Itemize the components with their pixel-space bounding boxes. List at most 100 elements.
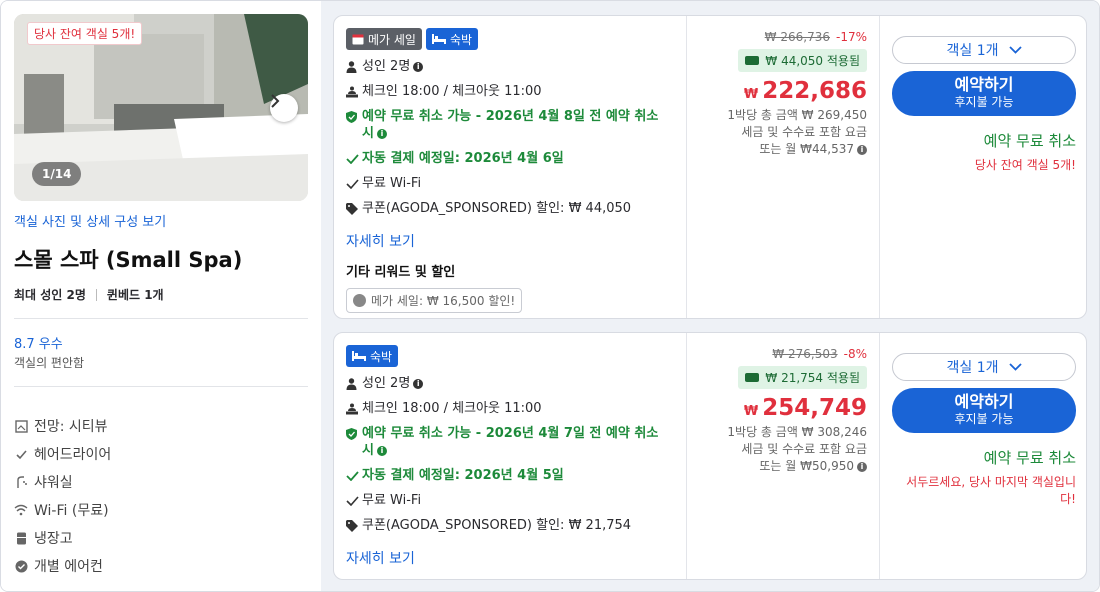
details-link[interactable]: 자세히 보기: [346, 548, 674, 568]
final-price: ₩222,686: [697, 78, 867, 104]
wifi-text: 무료 Wi-Fi: [362, 176, 422, 191]
amenity-label: Wi-Fi (무료): [34, 503, 109, 519]
availability-note: 당사 잔여 객실 5개!: [974, 158, 1076, 172]
view-icon: [14, 419, 28, 433]
guests-row: 성인 2명 i: [346, 58, 674, 75]
guests-text: 성인 2명: [362, 376, 411, 391]
ticket-icon: [745, 56, 760, 65]
divider: [14, 318, 308, 319]
original-price-row: ₩ 276,503 -8%: [697, 347, 867, 361]
rooms-select[interactable]: 객실 1개: [892, 353, 1076, 381]
price-note: 1박당 총 금액 ₩ 269,450 세금 및 수수료 포함 요금 또는 월 ₩…: [697, 107, 867, 158]
next-photo-button[interactable]: [270, 94, 298, 122]
chevron-right-icon: [271, 94, 280, 108]
chevron-down-icon: [1008, 46, 1022, 54]
free-cancel-text: 예약 무료 취소 가능 - 2026년 4월 8일 전 예약 취소 시: [362, 109, 659, 141]
amenity-item: 냉장고: [14, 524, 308, 552]
badge-label: 숙박: [370, 349, 393, 364]
amenity-label: 샤워실: [34, 475, 73, 491]
offer-card: 숙박 성인 2명 i 체크인 18:00 / 체크아웃 11:00 예약 무료 취…: [333, 332, 1087, 580]
tax-note: 세금 및 수수료 포함 요금: [741, 442, 867, 456]
auto-pay-row: 자동 결제 예정일: 2026년 4월 5일: [346, 467, 674, 484]
book-button-sub: 후지불 가능: [954, 95, 1014, 109]
wifi-row: 무료 Wi-Fi: [346, 175, 674, 192]
check-icon: [346, 492, 362, 509]
amenity-item: Wi-Fi (무료): [14, 496, 308, 524]
free-cancel-row: 예약 무료 취소 가능 - 2026년 4월 7일 전 예약 취소 시i: [346, 425, 674, 459]
original-price-row: ₩ 266,736 -17%: [697, 30, 867, 44]
info-icon[interactable]: i: [376, 445, 387, 456]
person-icon: [346, 375, 362, 392]
amenity-label: 냉장고: [34, 531, 73, 547]
checkin-row: 체크인 18:00 / 체크아웃 11:00: [346, 400, 674, 417]
book-button[interactable]: 예약하기 후지불 가능: [892, 388, 1076, 433]
offer-actions: 객실 1개 예약하기 후지불 가능 예약 무료 취소 당사 잔여 객실 5개!: [880, 16, 1088, 318]
coupon-applied-label: ₩ 21,754 적용됨: [765, 371, 860, 385]
auto-pay-text: 자동 결제 예정일: 2026년 4월 5일: [362, 468, 564, 483]
price-value: 254,749: [762, 395, 867, 421]
book-button-label: 예약하기: [954, 392, 1014, 411]
currency-symbol: ₩: [743, 87, 759, 102]
bed-icon: [352, 351, 366, 361]
amenity-label: 전망: 시티뷰: [34, 419, 108, 435]
book-button[interactable]: 예약하기 후지불 가능: [892, 71, 1076, 116]
auto-pay-row: 자동 결제 예정일: 2026년 4월 6일: [346, 150, 674, 167]
wifi-icon: [14, 503, 28, 517]
max-occupancy: 최대 성인 2명: [14, 288, 86, 302]
reception-icon: [346, 83, 362, 100]
info-icon[interactable]: i: [376, 128, 387, 139]
room-name: 스몰 스파 (Small Spa): [14, 248, 243, 272]
info-icon[interactable]: i: [413, 378, 424, 389]
room-photos-link[interactable]: 객실 사진 및 상세 구성 보기: [14, 211, 308, 230]
info-icon[interactable]: i: [857, 461, 867, 472]
ticket-icon: [745, 373, 760, 382]
coupon-applied-tag: ₩ 21,754 적용됨: [738, 366, 867, 389]
tag-icon: [346, 517, 362, 534]
check-icon: [346, 175, 362, 192]
offers-panel: 메가 세일 숙박 성인 2명i 체크인 18:00 / 체크아웃 11:00: [321, 1, 1099, 591]
availability-note: 서두르세요, 당사 마지막 객실입니다!: [906, 475, 1076, 506]
tag-icon: [346, 200, 362, 217]
shield-check-icon: [346, 108, 362, 125]
guests-text: 성인 2명: [362, 59, 411, 74]
info-icon[interactable]: i: [857, 144, 867, 155]
offer-card: 메가 세일 숙박 성인 2명i 체크인 18:00 / 체크아웃 11:00: [333, 15, 1087, 319]
rooms-select-value: 객실 1개: [946, 43, 999, 59]
checkin-row: 체크인 18:00 / 체크아웃 11:00: [346, 83, 674, 100]
badge-label: 숙박: [449, 32, 473, 47]
room-summary: 당사 잔여 객실 5개! 1/14 객실 사진 및 상세 구성 보기 스몰 스파…: [1, 1, 321, 591]
coupon-text: 쿠폰(AGODA_SPONSORED) 할인: ₩ 21,754: [362, 518, 632, 533]
discount-percent: -8%: [843, 347, 867, 361]
chevron-down-icon: [1008, 363, 1022, 371]
tax-note: 세금 및 수수료 포함 요금: [741, 125, 867, 139]
amenity-item: 헤어드라이어: [14, 440, 308, 468]
room-capacity-row: 최대 성인 2명 퀸베드 1개: [14, 286, 308, 303]
discount-icon: [353, 294, 366, 307]
shield-check-icon: [346, 425, 362, 442]
auto-pay-text: 자동 결제 예정일: 2026년 4월 6일: [362, 151, 564, 166]
offer-pricing: ₩ 276,503 -8% ₩ 21,754 적용됨 ₩254,749 1박당 총…: [687, 333, 880, 579]
coupon-row: 쿠폰(AGODA_SPONSORED) 할인: ₩ 44,050: [346, 200, 674, 217]
amenities-list: 전망: 시티뷰 헤어드라이어 샤워실 Wi-Fi (무료) 냉장고 개별 에어컨: [14, 412, 308, 580]
book-button-label: 예약하기: [954, 75, 1014, 94]
total-per-night: 1박당 총 금액 ₩ 269,450: [727, 108, 867, 122]
promo-chip-label: 메가 세일: ₩ 16,500 할인!: [371, 294, 516, 308]
free-cancel-row: 예약 무료 취소 가능 - 2026년 4월 8일 전 예약 취소 시i: [346, 108, 674, 142]
details-link[interactable]: 자세히 보기: [346, 231, 674, 251]
offer-details: 메가 세일 숙박 성인 2명i 체크인 18:00 / 체크아웃 11:00: [334, 16, 687, 318]
checkin-text: 체크인 18:00 / 체크아웃 11:00: [362, 84, 542, 99]
final-price: ₩254,749: [697, 395, 867, 421]
discount-percent: -17%: [835, 30, 867, 44]
person-icon: [346, 58, 362, 75]
mega-sale-badge: 메가 세일: [346, 28, 422, 50]
aircon-icon: [14, 559, 28, 573]
guests-row: 성인 2명 i: [346, 375, 674, 392]
free-cancel-label: 예약 무료 취소: [983, 449, 1076, 467]
free-cancel-text: 예약 무료 취소 가능 - 2026년 4월 7일 전 예약 취소 시: [362, 426, 659, 458]
monthly-price: 또는 월 ₩44,537: [759, 142, 854, 156]
info-icon[interactable]: i: [413, 61, 424, 72]
check-icon: [346, 150, 362, 167]
rooms-select[interactable]: 객실 1개: [892, 36, 1076, 64]
divider: [14, 386, 308, 387]
room-photo[interactable]: 당사 잔여 객실 5개! 1/14: [14, 14, 308, 201]
